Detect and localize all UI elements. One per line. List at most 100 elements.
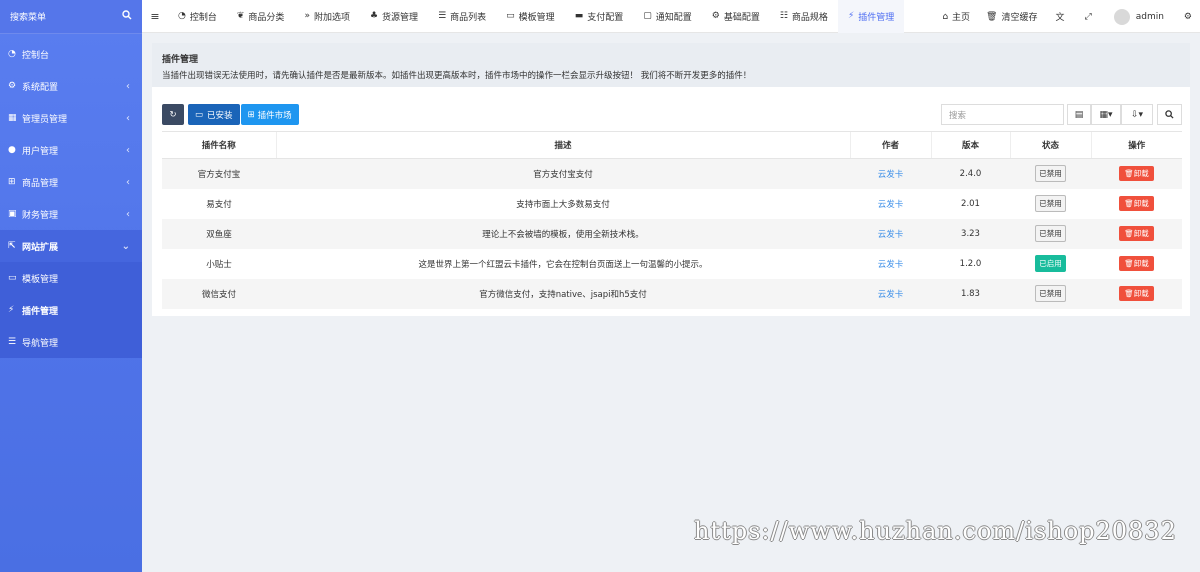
finance-icon: ▣ — [8, 209, 17, 219]
tab-label: 商品规格 — [791, 12, 828, 23]
tab-notification[interactable]: ▢ 通知配置 — [633, 0, 702, 33]
tab-goods-list[interactable]: ☰ 商品列表 — [428, 0, 496, 33]
tab-extra-options[interactable]: » 附加选项 — [294, 0, 360, 33]
installed-button[interactable]: ▭ 已安装 — [188, 104, 240, 125]
table-row: 小贴士 这是世界上第一个红盟云卡插件，它会在控制台页面送上一句温馨的小提示。 云… — [162, 249, 1182, 279]
sitemap-icon: ♣ — [369, 11, 379, 21]
plugin-author[interactable]: 云发卡 — [850, 278, 931, 309]
home-label: 主页 — [952, 13, 971, 23]
plugin-author[interactable]: 云发卡 — [850, 249, 931, 279]
trash-icon: 🗑 — [1124, 289, 1134, 298]
clear-cache-button[interactable]: 🗑 清空缓存 — [978, 10, 1045, 24]
sidebar-search-label: 搜索菜单 — [10, 13, 47, 23]
tab-label: 货源管理 — [382, 12, 419, 23]
chevron-down-icon: ⌄ — [121, 240, 130, 252]
columns-button[interactable]: ▦▾ — [1091, 104, 1121, 125]
plugin-author[interactable]: 云发卡 — [850, 189, 931, 219]
column-header[interactable]: 插件名称 — [162, 131, 276, 159]
monitor-icon: ▭ — [506, 11, 515, 21]
status-cell: 已启用 — [1010, 249, 1091, 279]
export-icon: ⇩▾ — [1130, 109, 1144, 120]
trash-icon: 🗑 — [1124, 169, 1134, 179]
tab-payment[interactable]: ▬ 支付配置 — [565, 0, 634, 33]
home-button[interactable]: ⌂ 主页 — [934, 10, 978, 24]
chevron-left-icon: ‹ — [126, 144, 130, 156]
tab-source[interactable]: ♣ 货源管理 — [360, 0, 428, 33]
user-name: admin — [1135, 11, 1164, 22]
column-header[interactable]: 描述 — [275, 131, 850, 159]
menu-toggle-icon[interactable]: ≡ — [142, 10, 168, 23]
tab-goods-category[interactable]: ❦ 商品分类 — [227, 0, 295, 33]
sidebar-item-site-extension[interactable]: ⇱ 网站扩展 ⌄ — [0, 230, 142, 262]
plugin-version: 3.23 — [931, 218, 1010, 249]
page-header: 插件管理 当插件出现错误无法使用时，请先确认插件是否是最新版本。如插件出现更高版… — [152, 43, 1190, 87]
plugin-version: 1.83 — [931, 278, 1010, 309]
column-header[interactable]: 状态 — [1009, 131, 1091, 159]
tab-basic-config[interactable]: ⚙ 基础配置 — [702, 0, 770, 33]
column-header[interactable]: 操作 — [1090, 131, 1182, 159]
tab-label: 插件管理 — [858, 12, 895, 23]
chevron-left-icon: ‹ — [126, 112, 130, 124]
market-button[interactable]: ⊞ 插件市场 — [240, 104, 299, 125]
chevron-left-icon: ‹ — [126, 176, 130, 188]
angle-double-right-icon: » — [304, 11, 310, 21]
search-button[interactable] — [1157, 104, 1182, 125]
uninstall-button[interactable]: 🗑卸载 — [1119, 226, 1154, 241]
sidebar-item-templates[interactable]: ▭ 模板管理 — [0, 262, 142, 294]
user-menu[interactable]: admin — [1102, 8, 1176, 25]
tab-label: 附加选项 — [313, 12, 350, 23]
settings-icon[interactable]: ⚙ — [1176, 12, 1200, 22]
sidebar-item-navigation[interactable]: ☰ 导航管理 — [0, 326, 142, 358]
uninstall-button[interactable]: 🗑卸载 — [1119, 166, 1154, 182]
cogs-icon: ⚙ — [8, 81, 17, 91]
sidebar-item-dashboard[interactable]: ◔ 控制台 — [0, 38, 142, 70]
plugin-name: 双鱼座 — [162, 218, 276, 249]
sidebar-item-label: 插件管理 — [22, 306, 59, 317]
tab-plugins[interactable]: ⚡ 插件管理 — [837, 0, 905, 33]
status-badge[interactable]: 已禁用 — [1035, 195, 1066, 212]
sidebar-item-goods[interactable]: ⊞ 商品管理 ‹ — [0, 166, 142, 198]
uninstall-button[interactable]: 🗑卸载 — [1119, 196, 1154, 211]
sidebar-item-label: 模板管理 — [22, 274, 59, 285]
plugin-author[interactable]: 云发卡 — [850, 158, 931, 189]
column-header[interactable]: 作者 — [849, 131, 931, 159]
refresh-button[interactable]: ↻ — [162, 104, 184, 125]
sidebar-item-system-config[interactable]: ⚙ 系统配置 ‹ — [0, 70, 142, 102]
uninstall-label: 卸载 — [1133, 199, 1149, 208]
language-icon[interactable]: 文 — [1046, 10, 1075, 23]
grid-icon: ▦ — [8, 113, 17, 123]
status-badge[interactable]: 已禁用 — [1035, 225, 1066, 242]
sidebar-search[interactable]: 搜索菜单 — [0, 0, 142, 34]
sidebar-item-label: 系统配置 — [22, 82, 59, 93]
chevron-left-icon: ‹ — [126, 208, 130, 220]
table-icon: ▤ — [1074, 109, 1084, 120]
sidebar-item-finance[interactable]: ▣ 财务管理 ‹ — [0, 198, 142, 230]
uninstall-button[interactable]: 🗑卸载 — [1119, 256, 1154, 271]
plugin-table: 插件名称 描述 作者 版本 状态 操作 官方支付宝 官方支付宝支付 云发卡 2.… — [162, 131, 1182, 309]
sidebar-item-admin[interactable]: ▦ 管理员管理 ‹ — [0, 102, 142, 134]
sidebar-item-users[interactable]: ● 用户管理 ‹ — [0, 134, 142, 166]
avatar — [1113, 8, 1130, 25]
sidebar-item-label: 导航管理 — [22, 338, 59, 349]
tab-templates[interactable]: ▭ 模板管理 — [496, 0, 565, 33]
fullscreen-icon[interactable]: ⤢ — [1075, 12, 1102, 22]
search-icon[interactable] — [122, 10, 132, 23]
clear-cache-label: 清空缓存 — [1001, 13, 1038, 23]
plugin-version: 2.4.0 — [931, 158, 1010, 189]
tab-dashboard[interactable]: ◔ 控制台 — [168, 0, 227, 33]
export-button[interactable]: ⇩▾ — [1121, 104, 1153, 125]
column-header[interactable]: 版本 — [930, 131, 1010, 159]
market-label: 插件市场 — [257, 110, 292, 121]
status-badge[interactable]: 已启用 — [1035, 255, 1066, 272]
monitor-icon: ▭ — [8, 273, 17, 283]
search-input[interactable]: 搜索 — [941, 104, 1064, 125]
status-badge[interactable]: 已禁用 — [1035, 165, 1066, 183]
status-cell: 已禁用 — [1010, 278, 1091, 309]
tab-goods-spec[interactable]: ☷ 商品规格 — [770, 0, 838, 33]
trash-icon: 🗑 — [1124, 259, 1134, 268]
status-badge[interactable]: 已禁用 — [1035, 285, 1066, 302]
toggle-view-button[interactable]: ▤ — [1067, 104, 1091, 125]
plugin-author[interactable]: 云发卡 — [850, 218, 931, 249]
sidebar-item-plugins[interactable]: ⚡ 插件管理 — [0, 294, 142, 326]
uninstall-button[interactable]: 🗑卸载 — [1119, 286, 1154, 301]
